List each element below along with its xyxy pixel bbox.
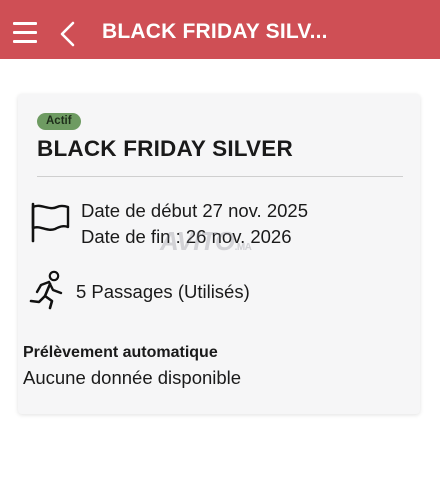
running-person-icon xyxy=(29,270,63,310)
status-badge: Actif xyxy=(37,113,81,130)
flag-icon xyxy=(31,202,70,243)
page-title: BLACK FRIDAY SILV... xyxy=(102,20,328,43)
chevron-left-icon[interactable] xyxy=(58,20,78,48)
app-bar: BLACK FRIDAY SILV... xyxy=(0,0,440,59)
subscription-card: Actif BLACK FRIDAY SILVER Date de début … xyxy=(18,94,420,414)
auto-debit-value: Aucune donnée disponible xyxy=(23,367,242,388)
subscription-name: BLACK FRIDAY SILVER xyxy=(37,136,293,161)
start-date: Date de début 27 nov. 2025 xyxy=(81,200,308,221)
end-date: Date de fin : 26 nov. 2026 xyxy=(81,226,292,247)
hamburger-menu-icon[interactable] xyxy=(13,22,37,44)
divider xyxy=(37,176,403,177)
auto-debit-label: Prélèvement automatique xyxy=(23,344,218,361)
passages-count: 5 Passages (Utilisés) xyxy=(76,281,250,302)
